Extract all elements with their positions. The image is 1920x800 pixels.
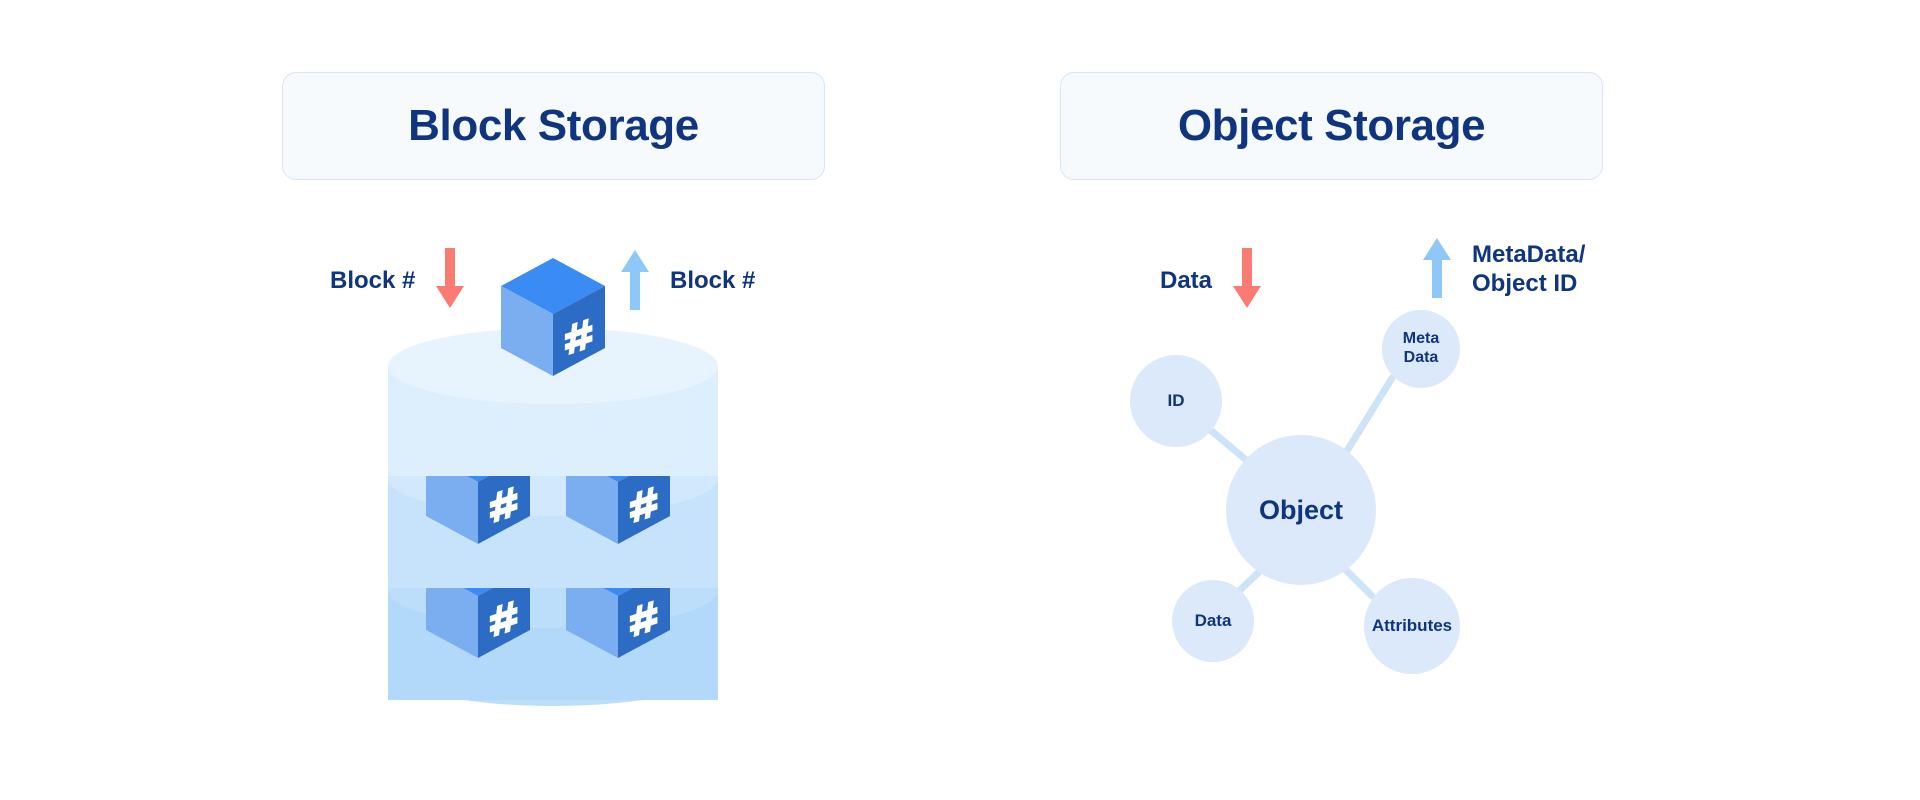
node-object-label: Object xyxy=(1258,494,1344,525)
block-storage-cylinder xyxy=(388,258,718,740)
node-metadata: Meta Data xyxy=(1382,310,1460,388)
page-title-block-storage: Block Storage xyxy=(408,101,699,150)
flow-label-block-in: Block # xyxy=(330,267,416,295)
arrow-up-blue-object xyxy=(1420,236,1454,303)
node-id: ID xyxy=(1130,355,1222,447)
block-cube-top xyxy=(501,258,605,376)
flow-label-object-out: MetaData/ Object ID xyxy=(1472,241,1585,298)
arrow-down-red-object xyxy=(1230,248,1264,315)
node-object: Object xyxy=(1226,435,1376,585)
page-title-object-storage: Object Storage xyxy=(1177,101,1486,150)
flow-label-object-in: Data xyxy=(1160,267,1213,295)
node-metadata-label: Meta Data xyxy=(1403,330,1439,368)
panel-block-storage: Block Storage Block # Block # xyxy=(0,0,960,800)
flow-label-block-out: Block # xyxy=(670,267,756,295)
node-data: Data xyxy=(1172,580,1254,662)
node-attributes: Attributes xyxy=(1364,578,1460,674)
flow-object-outbound: MetaData/ Object ID xyxy=(1420,236,1585,303)
flow-label-object-out-line2: Object ID xyxy=(1472,269,1578,297)
node-attributes-label: Attributes xyxy=(1371,616,1453,635)
flow-object-inbound: Data xyxy=(1160,248,1264,315)
title-card-object-storage: Object Storage xyxy=(1060,72,1603,180)
node-data-label: Data xyxy=(1194,611,1232,630)
object-node-graph: Object ID Meta Data Data Attributes xyxy=(1120,310,1560,740)
node-id-label: ID xyxy=(1167,391,1185,410)
flow-label-object-out-line1: MetaData/ xyxy=(1472,241,1586,269)
node-metadata-label-line2: Data xyxy=(1403,349,1439,366)
title-card-block-storage: Block Storage xyxy=(282,72,825,180)
diagram-canvas: Block Storage Block # Block # Object Sto… xyxy=(0,0,1920,800)
node-metadata-label-line1: Meta xyxy=(1402,330,1440,348)
